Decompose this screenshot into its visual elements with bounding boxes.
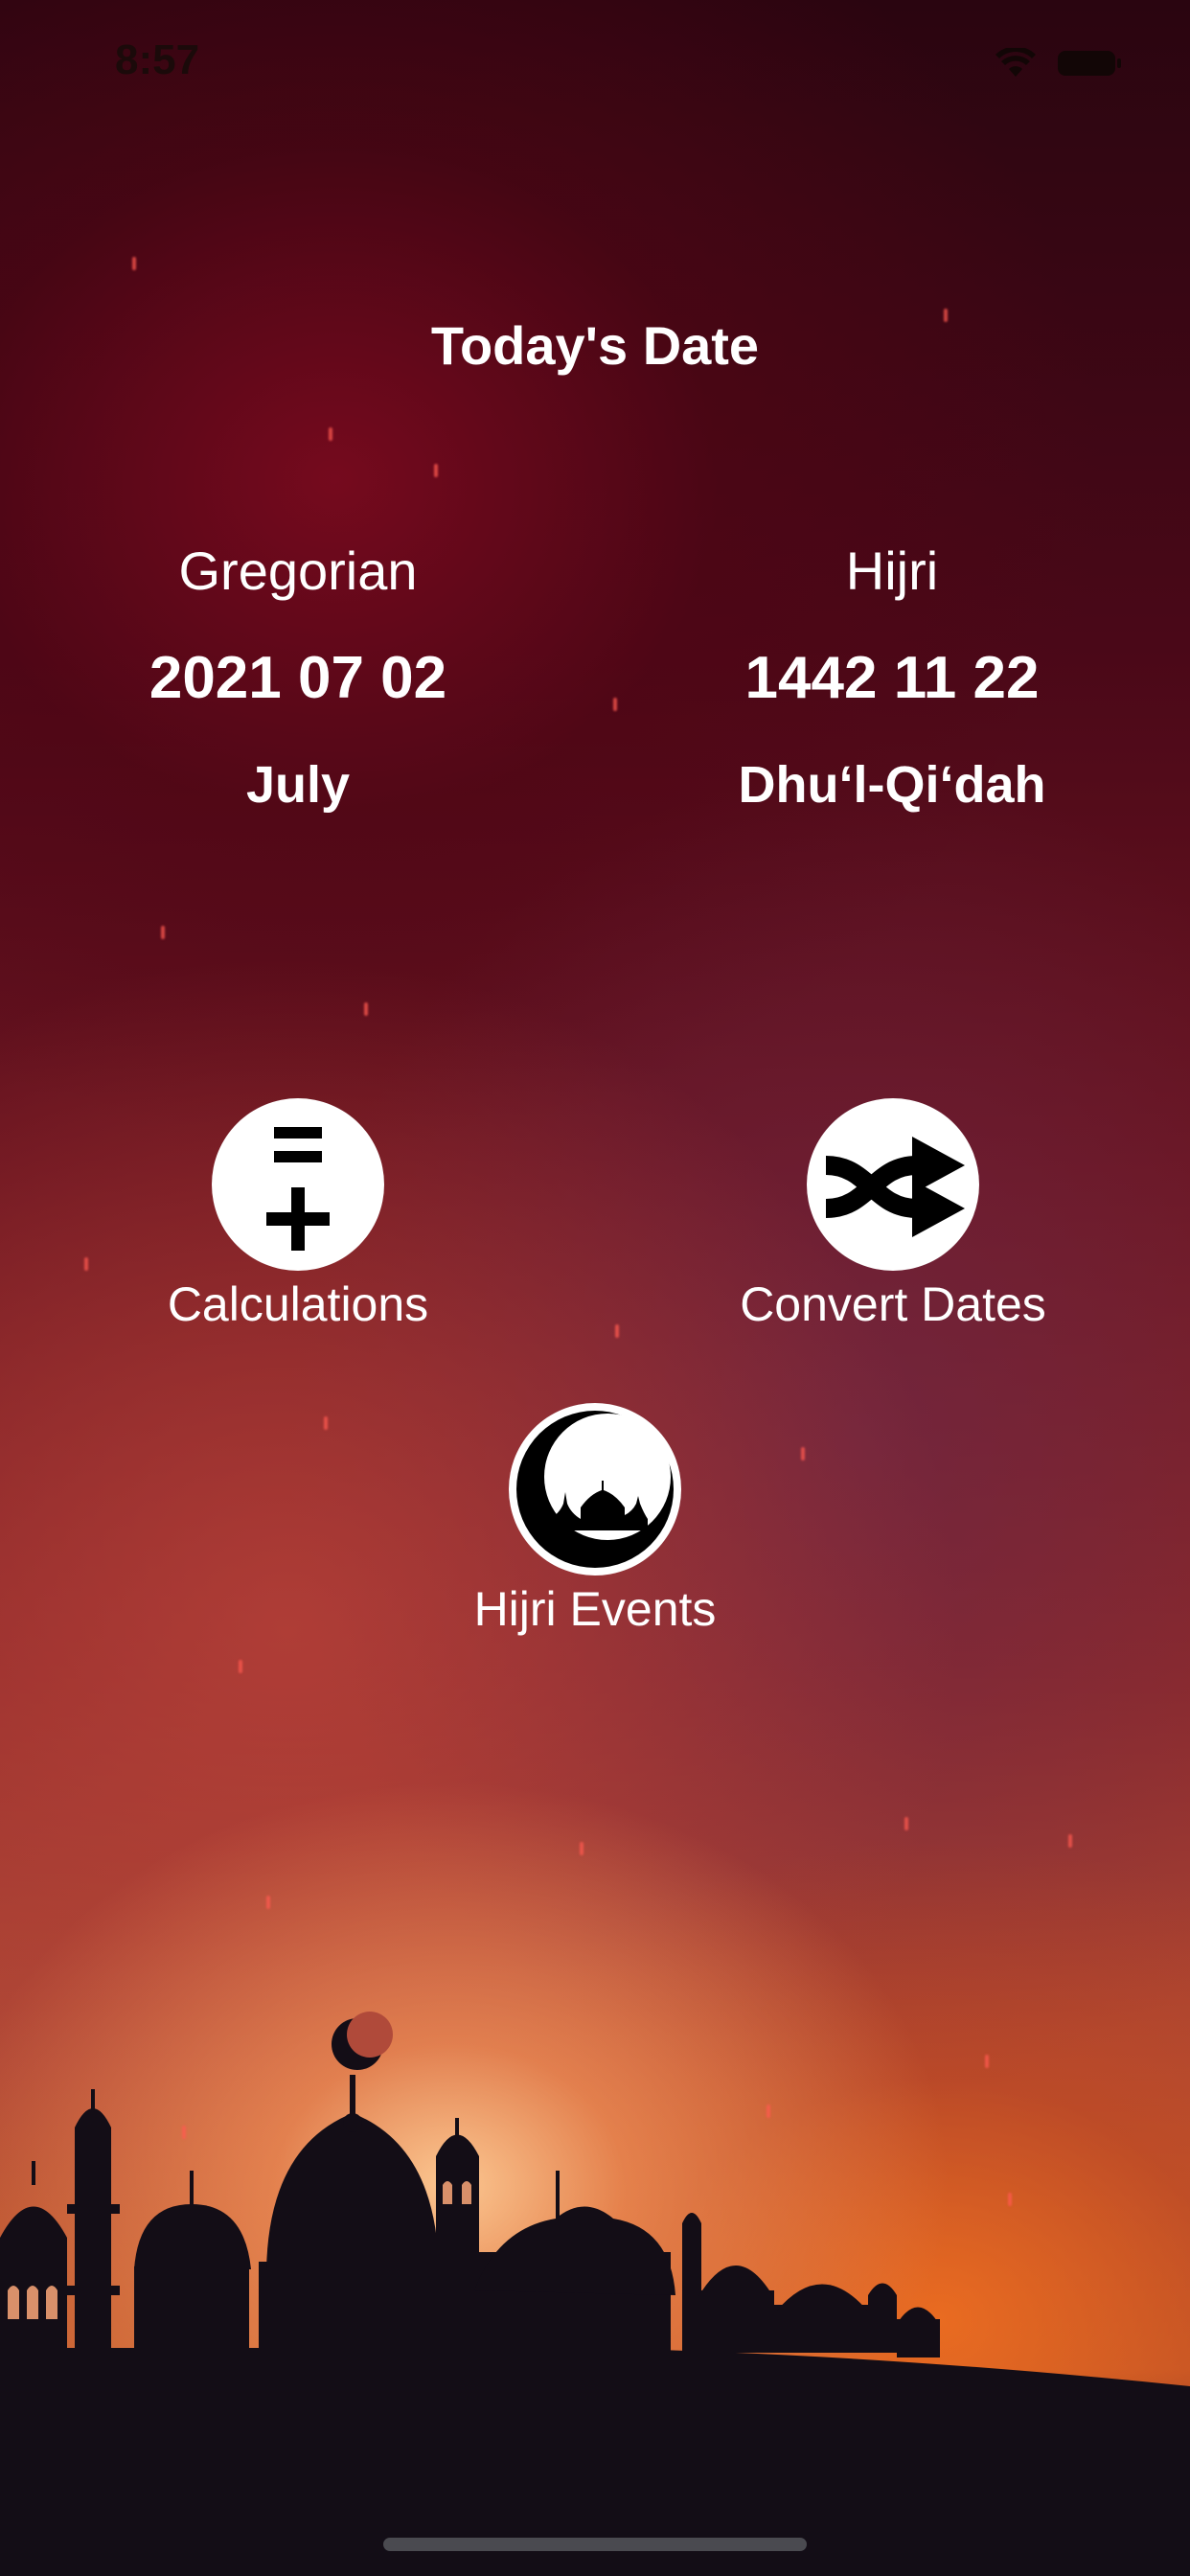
ember-decoration [613,698,617,711]
hijri-date: 1442 11 22 [744,645,1040,711]
ember-decoration [84,1257,88,1271]
battery-icon [1058,51,1121,76]
ember-decoration [329,427,332,441]
hijri-month: Dhuʻl-Qiʻdah [738,756,1046,814]
ember-decoration [1068,1834,1072,1848]
calculations-label: Calculations [167,1277,429,1331]
ember-decoration [266,1896,270,1909]
home-indicator[interactable] [383,2538,807,2551]
ember-decoration [434,464,438,477]
ember-decoration [132,257,136,270]
ember-decoration [615,1324,619,1338]
status-bar: 8:57 [0,36,1190,94]
ember-decoration [580,1842,584,1855]
hijri-label: Hijri [845,540,939,601]
status-time: 8:57 [115,36,200,83]
hijri-events-icon-circle[interactable] [509,1403,681,1576]
convert-dates-button[interactable]: Convert Dates [701,1098,1085,1334]
hijri-events-label: Hijri Events [473,1582,717,1636]
gregorian-date-panel: Gregorian 2021 07 02 July [58,537,538,818]
gregorian-date: 2021 07 02 [149,645,447,711]
gregorian-month: July [245,756,351,814]
crescent-mosque-icon [516,1411,674,1568]
gregorian-label: Gregorian [178,540,418,601]
convert-dates-icon-circle[interactable] [807,1098,979,1271]
ember-decoration [161,926,165,939]
ember-decoration [364,1002,368,1016]
ember-decoration [904,1817,908,1830]
hijri-events-button[interactable]: Hijri Events [403,1403,787,1639]
equals-plus-icon [266,1127,330,1251]
ember-decoration [239,1660,242,1673]
mosque-skyline-silhouette [0,2012,1190,2576]
calculations-icon-circle[interactable] [212,1098,384,1271]
page-title: Today's Date [430,315,760,376]
shuffle-icon [825,1137,965,1237]
ember-decoration [324,1416,328,1430]
convert-dates-label: Convert Dates [740,1277,1046,1331]
calculations-button[interactable]: Calculations [106,1098,490,1334]
status-icons [995,48,1121,79]
wifi-icon [995,48,1036,77]
hijri-date-panel: Hijri 1442 11 22 Dhuʻl-Qiʻdah [652,537,1132,818]
ember-decoration [801,1447,805,1460]
home-screen: 8:57 Today's Date Gregorian 2021 07 02 J… [0,0,1190,2576]
